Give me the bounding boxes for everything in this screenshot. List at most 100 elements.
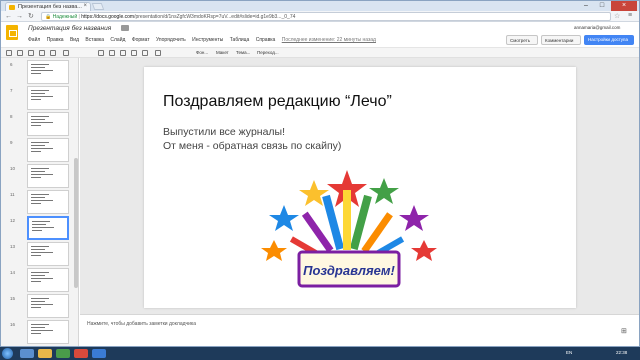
add-slide-icon[interactable] [6, 50, 12, 56]
url-host: https://docs.google.com [81, 14, 135, 20]
transition-button[interactable]: Переход... [257, 50, 279, 55]
image-icon[interactable] [120, 50, 126, 56]
thumbnail-text-line [31, 246, 49, 247]
skype-taskbar-icon[interactable] [92, 349, 106, 358]
menu-view[interactable]: Вид [70, 37, 79, 43]
thumbnail-text-line [31, 275, 45, 276]
thumbnail-text-line [31, 125, 41, 126]
slide-thumbnail[interactable] [27, 216, 69, 240]
slide-thumbnail[interactable] [27, 190, 69, 214]
language-indicator[interactable]: EN [566, 350, 572, 355]
forward-icon[interactable]: → [16, 12, 23, 21]
slide-thumbnail[interactable] [27, 268, 69, 292]
slide-thumb-number: 10 [10, 166, 16, 171]
present-button[interactable]: Смотреть [506, 35, 538, 45]
slide-thumbnail[interactable] [27, 112, 69, 136]
slide-body-line-1: Выпустили все журналы! [163, 126, 286, 138]
thumbnail-text-line [31, 73, 41, 74]
new-tab-button[interactable] [91, 3, 105, 10]
last-edit-link[interactable]: Последнее изменение: 22 минуты назад [282, 37, 376, 43]
media-taskbar-icon[interactable] [56, 349, 70, 358]
slide-thumb-number: 6 [10, 62, 13, 67]
slide-title[interactable]: Поздравляем редакцию “Лечо” [163, 93, 392, 111]
thumbnail-text-line [32, 221, 50, 222]
thumbnail-text-line [31, 142, 49, 143]
menu-insert[interactable]: Вставка [85, 37, 104, 43]
thumbnail-text-line [31, 116, 49, 117]
menu-slide[interactable]: Слайд [110, 37, 125, 43]
menu-edit[interactable]: Правка [47, 37, 64, 43]
textbox-icon[interactable] [109, 50, 115, 56]
thumbnail-text-line [31, 301, 45, 302]
undo-icon[interactable] [17, 50, 23, 56]
line-icon[interactable] [142, 50, 148, 56]
slide-thumbnail[interactable] [27, 138, 69, 162]
thumbnail-text-line [31, 281, 41, 282]
thumbnail-text-line [31, 304, 53, 305]
menu-table[interactable]: Таблица [230, 37, 250, 43]
paint-format-icon[interactable] [50, 50, 56, 56]
url-input[interactable]: 🔒 Надежный | https://docs.google.com/pre… [41, 12, 611, 21]
reload-icon[interactable]: ↻ [28, 12, 34, 21]
thumbnail-text-line [31, 96, 53, 97]
bookmark-star-icon[interactable]: ☆ [614, 12, 620, 20]
redo-icon[interactable] [28, 50, 34, 56]
speaker-notes[interactable]: Нажмите, чтобы добавить заметки докладчи… [80, 314, 639, 344]
close-tab-icon[interactable]: × [83, 3, 87, 9]
explore-icon[interactable]: ⊞ [621, 327, 627, 335]
slide-thumbnail[interactable] [27, 294, 69, 318]
menu-arrange[interactable]: Упорядочить [156, 37, 186, 43]
clock[interactable]: 22:38 [616, 350, 627, 355]
thumbnail-text-line [31, 324, 49, 325]
speaker-notes-placeholder: Нажмите, чтобы добавить заметки докладчи… [87, 321, 197, 327]
background-button[interactable]: Фон... [196, 50, 208, 55]
share-button[interactable]: Настройки доступа [584, 35, 634, 45]
close-window-button[interactable]: × [611, 1, 637, 11]
maximize-button[interactable]: □ [595, 1, 609, 11]
document-title[interactable]: Презентация без названия [28, 25, 111, 32]
slide-thumbnail[interactable] [27, 164, 69, 188]
theme-button[interactable]: Тема... [236, 50, 250, 55]
browser-menu-icon[interactable]: ≡ [628, 12, 632, 19]
shape-icon[interactable] [131, 50, 137, 56]
zoom-icon[interactable] [63, 50, 69, 56]
thumbnail-text-line [31, 307, 41, 308]
user-email[interactable]: annamaria@gmail.com [574, 25, 620, 30]
thumbnail-text-line [31, 67, 45, 68]
thumbnail-text-line [31, 252, 53, 253]
folder-icon[interactable] [121, 25, 129, 31]
browser-tab[interactable]: Презентация без назва... × [5, 2, 91, 11]
filmstrip-scrollbar[interactable] [74, 158, 78, 288]
slide-thumbnail[interactable] [27, 320, 69, 344]
ie-taskbar-icon[interactable] [20, 349, 34, 358]
select-icon[interactable] [98, 50, 104, 56]
comments-button[interactable]: Комментарии [541, 35, 581, 45]
slide-thumb-number: 14 [10, 270, 16, 275]
thumbnail-text-line [31, 203, 41, 204]
slides-logo-icon[interactable] [6, 25, 18, 40]
slide-canvas[interactable]: Поздравляем редакцию “Лечо” Выпустили вс… [144, 67, 576, 308]
slide-thumb-number: 7 [10, 88, 13, 93]
print-icon[interactable] [39, 50, 45, 56]
minimize-button[interactable]: – [579, 1, 593, 11]
slide-thumbnail[interactable] [27, 60, 69, 84]
secure-label: Надежный [52, 14, 78, 20]
slide-thumb-number: 11 [10, 192, 15, 197]
slide-body[interactable]: Выпустили все журналы! От меня - обратна… [163, 125, 341, 153]
slide-thumb-number: 15 [10, 296, 16, 301]
slide-thumbnail[interactable] [27, 86, 69, 110]
menu-file[interactable]: Файл [28, 37, 40, 43]
slide-thumbnail[interactable] [27, 242, 69, 266]
explorer-taskbar-icon[interactable] [38, 349, 52, 358]
menu-format[interactable]: Формат [132, 37, 150, 43]
congratulations-image[interactable]: Поздравляем! [244, 160, 450, 300]
chrome-taskbar-icon[interactable] [74, 349, 88, 358]
back-icon[interactable]: ← [5, 12, 12, 21]
share-label: Настройки доступа [588, 37, 628, 42]
comment-icon[interactable] [155, 50, 161, 56]
menu-tools[interactable]: Инструменты [192, 37, 223, 43]
thumbnail-text-line [31, 200, 53, 201]
menu-help[interactable]: Справка [256, 37, 276, 43]
layout-button[interactable]: Макет [216, 50, 229, 55]
start-button[interactable] [2, 348, 13, 359]
